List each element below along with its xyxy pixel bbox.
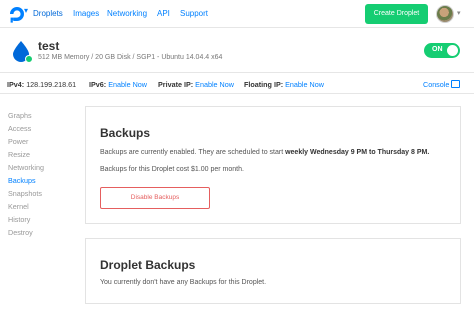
console-icon[interactable] xyxy=(451,80,460,88)
power-toggle-label: ON xyxy=(432,46,443,53)
sidebar-item-access[interactable]: Access xyxy=(8,124,31,133)
private-ip-enable-link[interactable]: Enable Now xyxy=(195,80,234,89)
account-menu-chevron-icon[interactable]: ▾ xyxy=(457,9,461,17)
nav-link-networking[interactable]: Networking xyxy=(107,9,147,18)
ipv6-label: IPv6: xyxy=(89,80,107,89)
private-ip-label: Private IP: xyxy=(158,80,194,89)
backups-panel: Backups Backups are currently enabled. T… xyxy=(85,106,461,224)
power-toggle-knob xyxy=(447,45,458,56)
sidebar-item-snapshots[interactable]: Snapshots xyxy=(8,189,42,198)
droplet-backups-title: Droplet Backups xyxy=(100,258,196,272)
sidebar-item-destroy[interactable]: Destroy xyxy=(8,228,33,237)
create-droplet-button[interactable]: Create Droplet xyxy=(365,4,428,24)
floating-ip-enable-link[interactable]: Enable Now xyxy=(285,80,324,89)
sidebar-item-history[interactable]: History xyxy=(8,215,30,224)
top-navigation: ▾ Droplets Images Networking API Support… xyxy=(0,0,474,28)
power-toggle[interactable]: ON xyxy=(424,43,460,58)
nav-link-images[interactable]: Images xyxy=(73,9,99,18)
console-link[interactable]: Console xyxy=(423,80,449,89)
sidebar-item-networking[interactable]: Networking xyxy=(8,163,44,172)
droplet-status-indicator xyxy=(25,55,33,63)
ipv6-info: IPv6: Enable Now xyxy=(89,80,147,89)
sidebar-item-kernel[interactable]: Kernel xyxy=(8,202,29,211)
droplet-backups-empty-text: You currently don't have any Backups for… xyxy=(100,279,267,286)
droplet-specs: 512 MB Memory / 20 GB Disk / SGP1 - Ubun… xyxy=(38,54,223,61)
logo-menu-chevron-icon[interactable]: ▾ xyxy=(24,6,28,15)
backups-status-prefix: Backups are currently enabled. They are … xyxy=(100,149,286,156)
user-avatar[interactable] xyxy=(436,5,454,23)
ipv4-label: IPv4: xyxy=(7,80,25,89)
ipv4-info: IPv4: 128.199.218.61 xyxy=(7,80,76,89)
backups-cost-text: Backups for this Droplet cost $1.00 per … xyxy=(100,166,244,173)
private-ip-info: Private IP: Enable Now xyxy=(158,80,234,89)
disable-backups-button[interactable]: Disable Backups xyxy=(100,187,210,209)
sidebar-item-graphs[interactable]: Graphs xyxy=(8,111,32,120)
backups-schedule: weekly Wednesday 9 PM to Thursday 8 PM. xyxy=(285,149,430,156)
ipv6-enable-link[interactable]: Enable Now xyxy=(108,80,147,89)
ipv4-value[interactable]: 128.199.218.61 xyxy=(26,80,76,89)
ip-address-bar: IPv4: 128.199.218.61 IPv6: Enable Now Pr… xyxy=(0,72,474,94)
nav-link-droplets[interactable]: Droplets xyxy=(33,9,63,18)
sidebar-item-backups[interactable]: Backups xyxy=(8,176,36,185)
nav-link-support[interactable]: Support xyxy=(180,9,208,18)
sidebar-item-resize[interactable]: Resize xyxy=(8,150,30,159)
floating-ip-info: Floating IP: Enable Now xyxy=(244,80,324,89)
droplet-name[interactable]: test xyxy=(38,39,59,53)
droplet-backups-panel: Droplet Backups You currently don't have… xyxy=(85,238,461,304)
sidebar-item-power[interactable]: Power xyxy=(8,137,28,146)
backups-status-text: Backups are currently enabled. They are … xyxy=(100,149,429,156)
nav-link-api[interactable]: API xyxy=(157,9,170,18)
floating-ip-label: Floating IP: xyxy=(244,80,284,89)
backups-title: Backups xyxy=(100,126,151,140)
